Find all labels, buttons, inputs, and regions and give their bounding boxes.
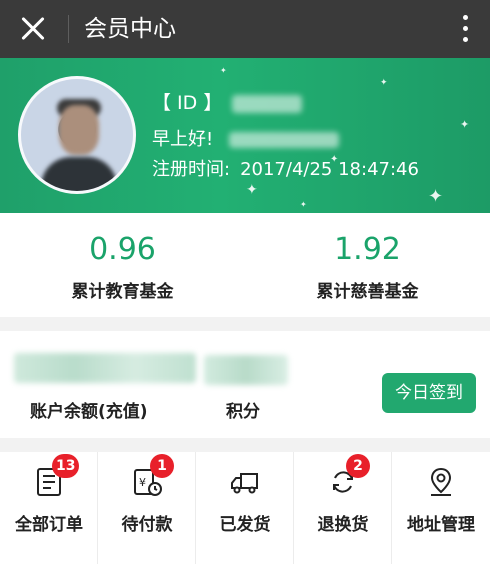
location-pin-icon bbox=[430, 467, 452, 496]
all-orders-button[interactable]: 13 全部订单 bbox=[0, 452, 98, 564]
user-id-label: 【 ID 】 bbox=[152, 92, 223, 114]
registration-label: 注册时间: bbox=[152, 159, 231, 180]
charity-fund[interactable]: 1.92 累计慈善基金 bbox=[245, 231, 490, 302]
divider bbox=[68, 15, 69, 43]
registration-time: 2017/4/25 18:47:46 bbox=[240, 159, 419, 180]
truck-icon bbox=[231, 473, 258, 494]
education-fund-label: 累计教育基金 bbox=[71, 282, 174, 302]
returns-button[interactable]: 2 退换货 bbox=[294, 452, 392, 564]
avatar[interactable] bbox=[18, 76, 136, 194]
charity-fund-label: 累计慈善基金 bbox=[316, 282, 419, 302]
profile-banner: ✦ ✦ ✦ ✦ ✦ ✦ ✦ 【 ID 】 早上好! 注册时间: 2017/4/25… bbox=[0, 58, 490, 213]
pending-payment-badge: 1 bbox=[150, 454, 174, 478]
shipped-button[interactable]: 已发货 bbox=[196, 452, 294, 564]
user-id-redacted bbox=[232, 94, 303, 113]
address-management-button[interactable]: 地址管理 bbox=[392, 452, 490, 564]
top-bar: 会员中心 bbox=[0, 0, 490, 58]
points-value-redacted bbox=[204, 355, 288, 385]
address-management-label: 地址管理 bbox=[407, 515, 475, 535]
pending-payment-button[interactable]: ¥ 1 待付款 bbox=[98, 452, 196, 564]
funds-panel: 0.96 累计教育基金 1.92 累计慈善基金 bbox=[0, 213, 490, 317]
registration-info: 注册时间: 2017/4/25 18:47:46 bbox=[152, 157, 419, 183]
balance-label[interactable]: 账户余额(充值) bbox=[30, 397, 148, 422]
page-title: 会员中心 bbox=[84, 16, 176, 42]
education-fund-value: 0.96 bbox=[89, 232, 156, 267]
daily-checkin-button[interactable]: 今日签到 bbox=[382, 373, 476, 413]
orders-bar: 13 全部订单 ¥ 1 待付款 已发货 2 退换货 地址管理 bbox=[0, 452, 490, 564]
charity-fund-value: 1.92 bbox=[334, 232, 401, 267]
all-orders-label: 全部订单 bbox=[15, 515, 83, 535]
returns-badge: 2 bbox=[346, 454, 370, 478]
balance-panel: 账户余额(充值) 积分 今日签到 bbox=[0, 331, 490, 438]
close-icon[interactable] bbox=[16, 12, 50, 46]
education-fund[interactable]: 0.96 累计教育基金 bbox=[0, 231, 245, 302]
user-id: 【 ID 】 bbox=[152, 90, 303, 116]
returns-label: 退换货 bbox=[317, 515, 369, 535]
balance-value-redacted bbox=[14, 353, 196, 383]
more-menu-icon[interactable] bbox=[458, 13, 472, 45]
svg-text:¥: ¥ bbox=[139, 476, 146, 489]
points-label[interactable]: 积分 bbox=[226, 397, 260, 422]
greeting-text: 早上好! bbox=[152, 129, 214, 150]
username-redacted bbox=[228, 132, 339, 148]
greeting: 早上好! bbox=[152, 128, 339, 152]
pending-payment-label: 待付款 bbox=[121, 515, 173, 535]
shipped-label: 已发货 bbox=[219, 515, 271, 535]
all-orders-badge: 13 bbox=[52, 454, 80, 478]
